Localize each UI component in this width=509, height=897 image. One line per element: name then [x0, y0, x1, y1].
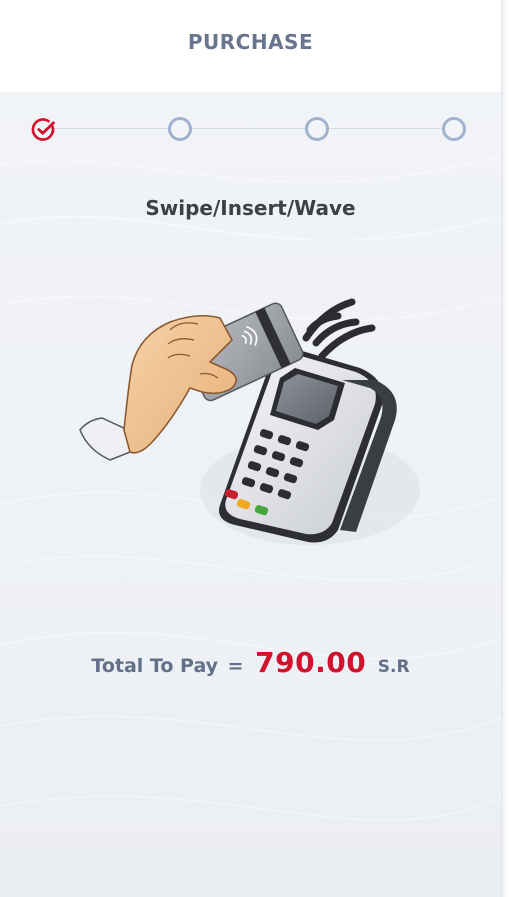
header-bar: PURCHASE	[0, 0, 501, 92]
purchase-screen: PURCHASE Swipe/Insert/Wave Total To Pay …	[0, 0, 501, 897]
step-2-pending	[168, 117, 192, 141]
payment-instruction: Swipe/Insert/Wave	[145, 196, 356, 220]
step-4-pending	[442, 117, 466, 141]
progress-stepper	[0, 110, 501, 150]
step-3-pending	[305, 117, 329, 141]
hand-holding-card	[79, 314, 237, 461]
total-to-pay: Total To Pay = 790.00 S.R	[0, 646, 501, 679]
total-label: Total To Pay	[91, 655, 219, 677]
stepper-track	[44, 128, 454, 129]
currency-label: S.R	[377, 657, 410, 677]
total-amount: 790.00	[255, 646, 367, 679]
contactless-waves-icon	[302, 298, 376, 360]
total-equals-sign: =	[227, 655, 244, 677]
step-1-completed	[31, 117, 55, 141]
card-payment-terminal-illustration	[79, 298, 420, 545]
check-circle-icon	[31, 118, 55, 141]
page-title: PURCHASE	[187, 30, 314, 54]
screen-edge	[501, 0, 509, 897]
